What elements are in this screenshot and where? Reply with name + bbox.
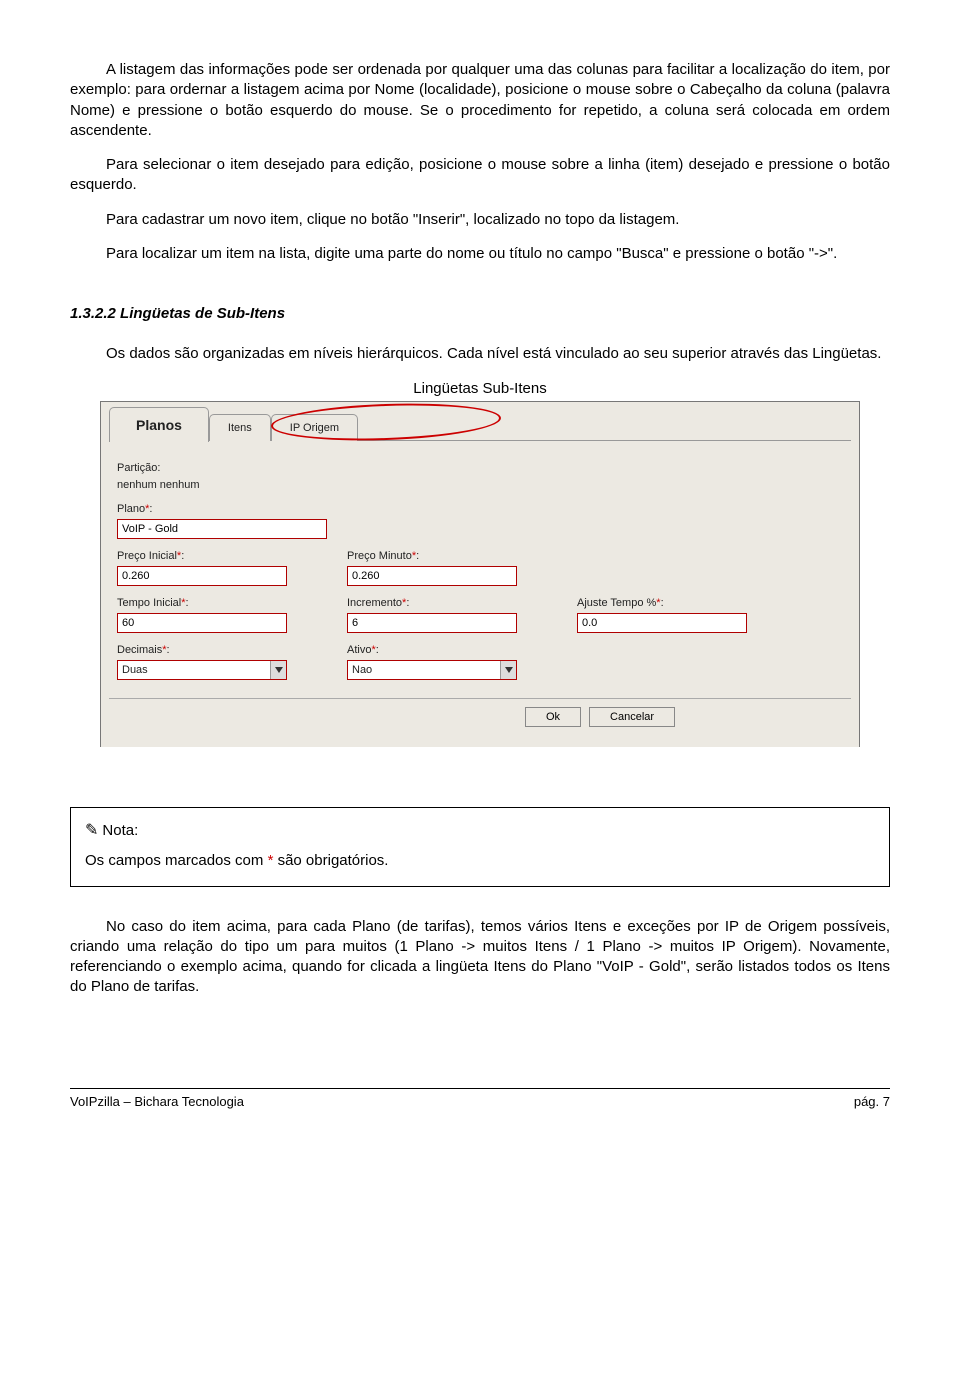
note-title: ✎Nota: (85, 820, 875, 842)
particao-label: Partição: (117, 461, 843, 476)
paragraph-1: A listagem das informações pode ser orde… (70, 60, 890, 141)
chevron-down-icon (500, 661, 516, 679)
decimais-value: Duas (118, 661, 270, 679)
tempo-inicial-label: Tempo Inicial*: (117, 596, 317, 611)
preco-inicial-input[interactable] (117, 566, 287, 586)
page-footer: VoIPzilla – Bichara Tecnologia pág. 7 (70, 1088, 890, 1111)
paragraph-2: Para selecionar o item desejado para edi… (70, 155, 890, 196)
footer-right: pág. 7 (854, 1093, 890, 1111)
ajuste-label: Ajuste Tempo %*: (577, 596, 777, 611)
ajuste-input[interactable] (577, 613, 747, 633)
form-body: Partição: nenhum nenhum Plano*: Preço In… (101, 441, 859, 680)
decimais-label: Decimais*: (117, 643, 317, 658)
paragraph-6: No caso do item acima, para cada Plano (… (70, 917, 890, 998)
ativo-value: Nao (348, 661, 500, 679)
tab-ip-origem[interactable]: IP Origem (271, 414, 358, 441)
figure-caption: Lingüetas Sub-Itens (70, 379, 890, 399)
tab-itens[interactable]: Itens (209, 414, 271, 441)
chevron-down-icon (270, 661, 286, 679)
plano-input[interactable] (117, 519, 327, 539)
incremento-label: Incremento*: (347, 596, 547, 611)
section-heading: 1.3.2.2 Lingüetas de Sub-Itens (70, 304, 890, 324)
particao-value: nenhum nenhum (117, 478, 843, 493)
form-screenshot: Planos Itens IP Origem Partição: nenhum … (100, 401, 860, 747)
decimais-select[interactable]: Duas (117, 660, 287, 680)
note-body: Os campos marcados com * são obrigatório… (85, 851, 875, 871)
paragraph-5: Os dados são organizadas em níveis hierá… (70, 344, 890, 364)
preco-inicial-label: Preço Inicial*: (117, 549, 317, 564)
ok-button[interactable]: Ok (525, 707, 581, 727)
hand-icon: ✎ (85, 822, 98, 839)
ativo-select[interactable]: Nao (347, 660, 517, 680)
note-box: ✎Nota: Os campos marcados com * são obri… (70, 807, 890, 887)
footer-left: VoIPzilla – Bichara Tecnologia (70, 1093, 244, 1111)
cancel-button[interactable]: Cancelar (589, 707, 675, 727)
tab-planos[interactable]: Planos (109, 407, 209, 442)
preco-minuto-input[interactable] (347, 566, 517, 586)
tempo-inicial-input[interactable] (117, 613, 287, 633)
tab-bar: Planos Itens IP Origem (101, 402, 859, 440)
preco-minuto-label: Preço Minuto*: (347, 549, 547, 564)
paragraph-3: Para cadastrar um novo item, clique no b… (70, 210, 890, 230)
incremento-input[interactable] (347, 613, 517, 633)
paragraph-4: Para localizar um item na lista, digite … (70, 244, 890, 264)
ativo-label: Ativo*: (347, 643, 547, 658)
plano-label: Plano*: (117, 502, 843, 517)
form-button-row: Ok Cancelar (109, 698, 851, 727)
